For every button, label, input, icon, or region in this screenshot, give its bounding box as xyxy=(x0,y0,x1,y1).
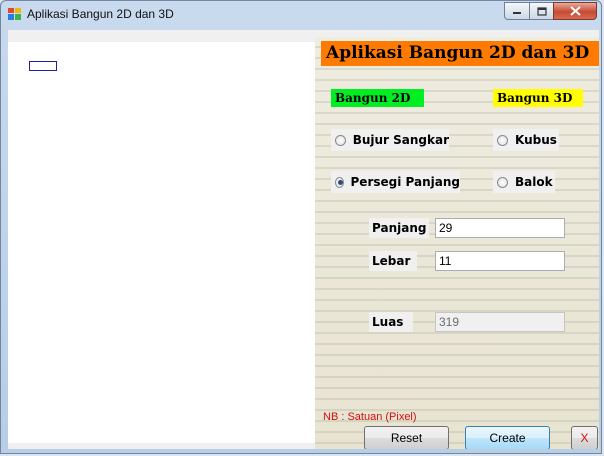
app-icon xyxy=(8,8,21,20)
label-bangun-2d: Bangun 2D xyxy=(331,89,424,107)
reset-button[interactable]: Reset xyxy=(364,426,449,449)
radio-kubus[interactable]: Kubus xyxy=(493,129,559,151)
radio-balok[interactable]: Balok xyxy=(493,171,555,193)
client-area: Aplikasi Bangun 2D dan 3D Bangun 2D Bang… xyxy=(8,30,599,449)
panjang-input[interactable]: 29 xyxy=(435,218,565,238)
title-bar[interactable]: Aplikasi Bangun 2D dan 3D xyxy=(1,1,601,27)
units-note: NB : Satuan (Pixel) xyxy=(323,411,417,423)
label-bangun-3d: Bangun 3D xyxy=(493,89,583,107)
radio-indicator-checked xyxy=(335,176,344,188)
close-icon xyxy=(569,6,581,16)
create-button[interactable]: Create xyxy=(465,426,550,449)
label-panjang: Panjang xyxy=(369,218,429,238)
minimize-button[interactable] xyxy=(504,2,530,20)
panel-header: Aplikasi Bangun 2D dan 3D xyxy=(321,41,599,66)
label-lebar: Lebar xyxy=(369,251,417,271)
minimize-icon xyxy=(513,12,521,14)
radio-indicator xyxy=(497,134,508,146)
radio-label: Balok xyxy=(515,175,553,189)
drawing-canvas[interactable] xyxy=(8,42,315,443)
lebar-input[interactable]: 11 xyxy=(435,251,565,271)
window-close-button[interactable] xyxy=(553,2,597,20)
close-app-button[interactable]: X xyxy=(571,426,598,449)
app-window: Aplikasi Bangun 2D dan 3D Aplikasi Bangu… xyxy=(0,0,602,454)
drawn-rectangle xyxy=(29,61,57,71)
label-luas: Luas xyxy=(369,312,413,332)
radio-label: Persegi Panjang xyxy=(350,175,460,189)
radio-bujur-sangkar[interactable]: Bujur Sangkar xyxy=(331,129,449,151)
radio-label: Kubus xyxy=(515,133,557,147)
control-panel: Aplikasi Bangun 2D dan 3D Bangun 2D Bang… xyxy=(315,37,599,449)
radio-indicator xyxy=(335,134,346,146)
maximize-icon xyxy=(536,6,547,16)
radio-persegi-panjang[interactable]: Persegi Panjang xyxy=(331,171,460,193)
luas-output: 319 xyxy=(435,312,565,332)
radio-indicator xyxy=(497,176,508,188)
maximize-button[interactable] xyxy=(529,2,554,20)
window-title: Aplikasi Bangun 2D dan 3D xyxy=(27,7,174,21)
radio-label: Bujur Sangkar xyxy=(352,133,449,147)
